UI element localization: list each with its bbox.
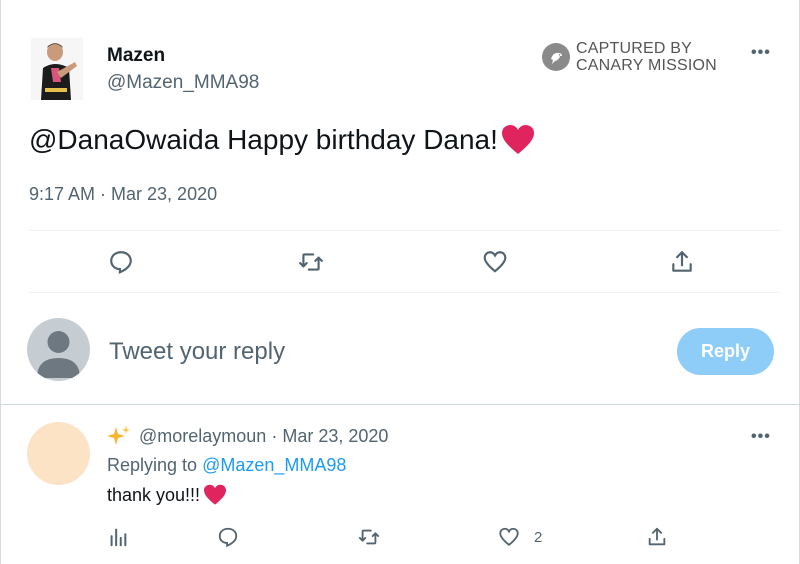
- reply-composer-input[interactable]: [109, 336, 649, 368]
- reply-button[interactable]: Reply: [677, 328, 774, 375]
- analytics-icon[interactable]: [107, 524, 129, 550]
- like-icon[interactable]: [481, 248, 509, 276]
- reply-text-content: thank you!!!: [107, 484, 201, 505]
- tweet-detail-view: Mazen @Mazen_MMA98 CAPTURED BY CANARY MI…: [0, 0, 800, 564]
- author-name[interactable]: Mazen: [107, 45, 165, 67]
- replying-to-prefix: Replying to: [107, 455, 203, 475]
- reply-author-avatar[interactable]: [27, 422, 90, 485]
- reply-date[interactable]: Mar 23, 2020: [282, 426, 388, 447]
- reply-header: @morelaymoun · Mar 23, 2020: [107, 425, 388, 447]
- reply-author-handle[interactable]: @morelaymoun: [139, 426, 266, 447]
- like-button[interactable]: 2: [498, 524, 542, 550]
- reply-action-bar: 2: [1, 522, 800, 552]
- canary-bird-icon: [542, 43, 570, 71]
- sparkles-icon: [107, 425, 131, 447]
- replying-to-handle-link[interactable]: @Mazen_MMA98: [202, 455, 346, 475]
- retweet-icon[interactable]: [357, 524, 381, 550]
- watermark-line-2: CANARY MISSION: [576, 57, 717, 74]
- current-user-avatar[interactable]: [27, 318, 90, 381]
- divider: [29, 292, 781, 293]
- tweet-text: @DanaOwaida Happy birthday Dana!: [29, 124, 535, 156]
- reply-separator: ·: [266, 425, 283, 446]
- red-heart-icon: [501, 124, 535, 156]
- author-handle[interactable]: @Mazen_MMA98: [107, 72, 259, 94]
- tweet-action-bar: [1, 242, 800, 282]
- reply-text: thank you!!!: [107, 484, 227, 506]
- red-heart-icon: [203, 484, 227, 506]
- watermark-line-1: CAPTURED BY: [576, 40, 692, 57]
- divider: [29, 230, 781, 231]
- section-divider: [1, 404, 800, 405]
- share-icon[interactable]: [646, 524, 668, 550]
- reply-more-options-icon[interactable]: •••: [751, 428, 771, 446]
- like-count: 2: [534, 528, 543, 546]
- retweet-icon[interactable]: [297, 248, 325, 276]
- author-avatar[interactable]: [31, 38, 83, 100]
- tweet-text-content: @DanaOwaida Happy birthday Dana!: [29, 124, 498, 155]
- more-options-icon[interactable]: •••: [751, 44, 771, 62]
- like-icon: [498, 526, 520, 548]
- replying-to: Replying to @Mazen_MMA98: [107, 455, 346, 476]
- share-icon[interactable]: [668, 248, 696, 276]
- reply-icon[interactable]: [107, 248, 135, 276]
- reply-icon[interactable]: [217, 524, 239, 550]
- tweet-timestamp[interactable]: 9:17 AM · Mar 23, 2020: [29, 184, 217, 205]
- canary-mission-watermark: CAPTURED BY CANARY MISSION: [542, 40, 717, 74]
